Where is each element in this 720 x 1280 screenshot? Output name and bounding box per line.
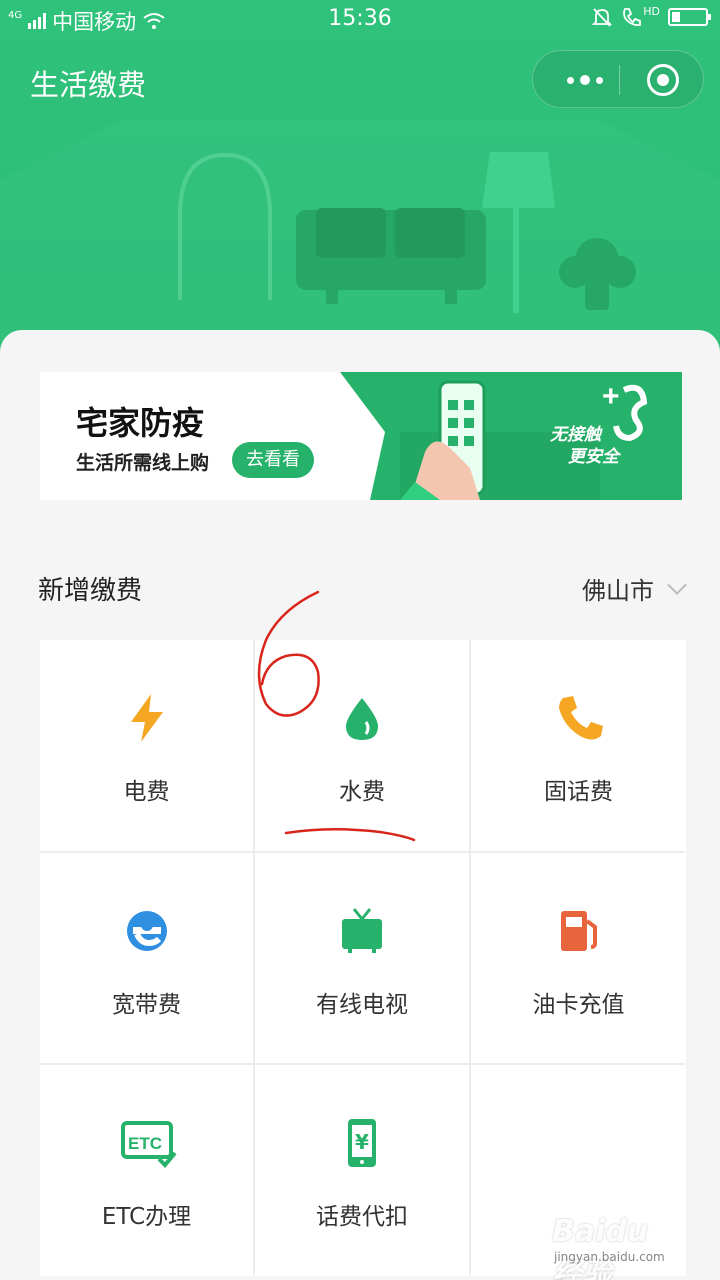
banner-subtitle: 生活所需线上购 [76,452,210,474]
service-label: ETC办理 [101,1204,192,1230]
section-title: 新增缴费 [38,576,143,606]
call-hd-icon [623,8,642,27]
service-water[interactable]: 水费 [255,640,469,851]
banner-title: 宅家防疫 [76,404,205,442]
service-cable-tv[interactable]: 有线电视 [255,853,469,1063]
city-selector[interactable]: 佛山市 [582,571,687,606]
fuel-pump-icon [560,911,597,951]
service-electricity[interactable]: 电费 [40,640,253,851]
phone-icon [558,696,603,740]
etc-icon: ETC [120,1121,177,1168]
city-name: 佛山市 [582,577,654,605]
ie-e-icon [126,911,167,951]
banner-tag-line2: 更安全 [568,447,619,467]
lightning-icon [130,694,163,742]
mobile-yuan-icon: ¥ [348,1119,376,1167]
svg-text:ETC: ETC [128,1134,162,1153]
capsule-divider [619,65,620,95]
service-grid: 电费 水费 固话费 宽带费 有线电视 油卡充值 ETC ETC办理 ¥ 话费代扣 [40,640,686,1276]
promo-banner[interactable]: + 宅家防疫 生活所需线上购 去看看 无接触 更安全 [40,372,682,500]
service-fuel-card[interactable]: 油卡充值 [471,853,686,1063]
banner-go-button[interactable]: 去看看 [232,442,314,478]
empty-cell [471,1065,686,1276]
status-bar: 4G 中国移动 15:36 HD [0,0,720,40]
service-label: 有线电视 [316,992,408,1018]
service-broadband[interactable]: 宽带费 [40,853,253,1063]
svg-text:¥: ¥ [355,1130,369,1154]
close-miniprogram-icon[interactable] [647,64,679,96]
miniprogram-capsule [532,50,704,108]
service-label: 电费 [123,779,170,805]
chevron-down-icon [667,574,687,595]
water-drop-icon [346,698,378,740]
header-background: 4G 中国移动 15:36 HD 生活缴费 [0,0,720,380]
service-label: 固话费 [544,779,613,805]
mute-bell-icon [592,8,613,27]
service-label: 水费 [339,779,385,805]
service-label: 宽带费 [112,992,181,1018]
tv-icon [342,908,382,953]
svg-text:+: + [602,380,620,413]
service-etc[interactable]: ETC ETC办理 [40,1065,253,1276]
service-label: 油卡充值 [532,992,625,1018]
hd-badge: HD [643,4,660,18]
more-dots-icon[interactable] [553,51,617,109]
service-landline[interactable]: 固话费 [471,640,686,851]
battery-icon [668,8,711,26]
service-label: 话费代扣 [316,1204,408,1230]
page-title: 生活缴费 [30,68,147,102]
service-phone-deduct[interactable]: ¥ 话费代扣 [255,1065,469,1276]
